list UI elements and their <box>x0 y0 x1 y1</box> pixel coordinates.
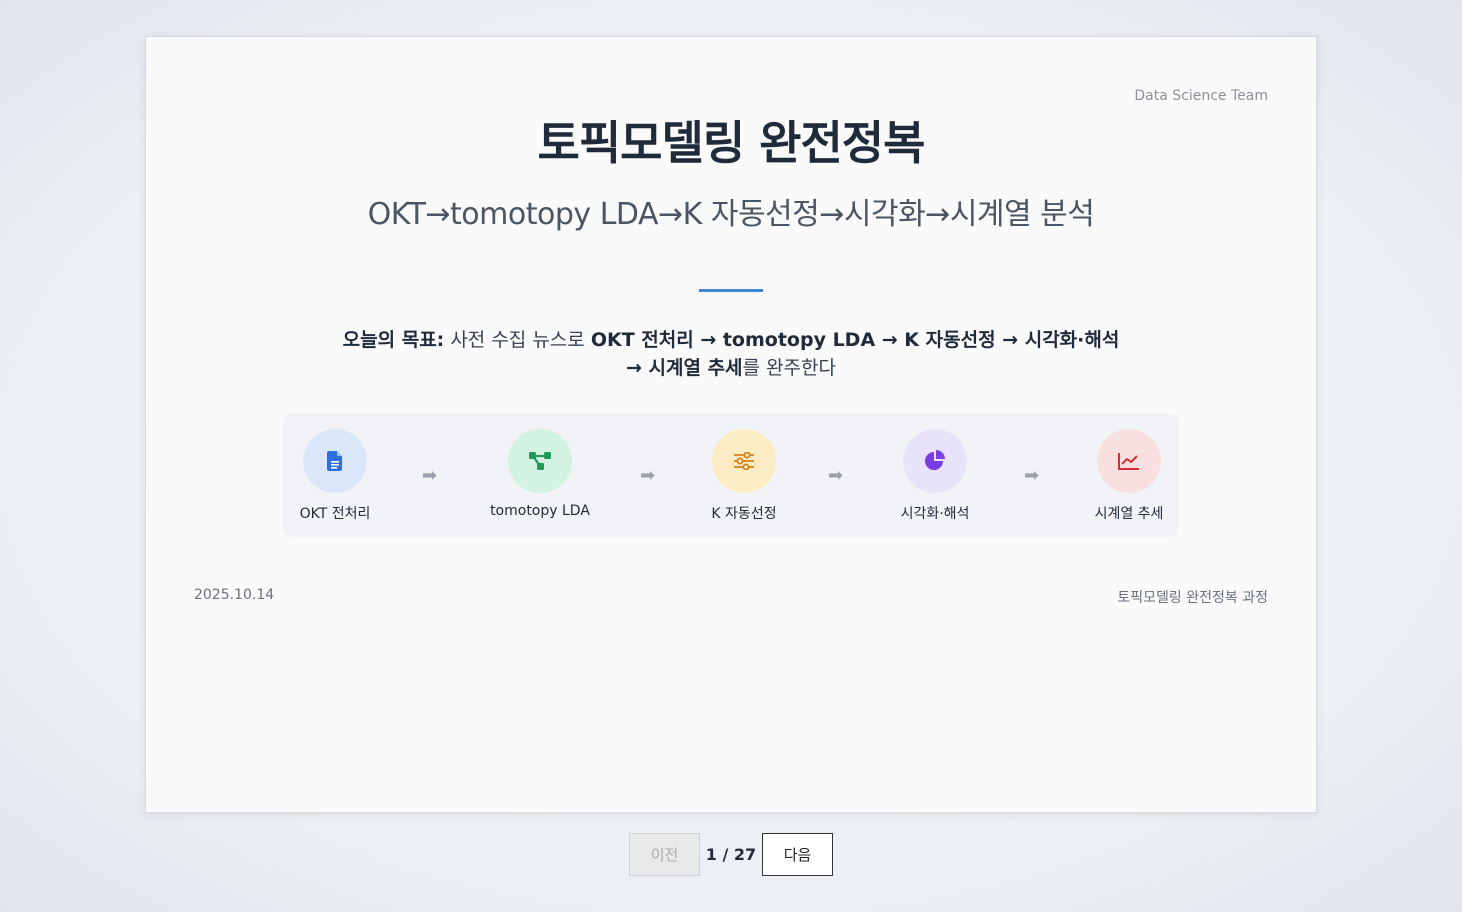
accent-divider <box>699 289 763 292</box>
step-visualize-circle <box>903 429 967 493</box>
pipeline-flow: OKT 전처리 ➡ tomotopy LDA ➡ K 자동선정 ➡ 시각화·해석… <box>283 413 1179 537</box>
arrow-icon: ➡ <box>640 465 656 486</box>
slide-title: 토픽모델링 완전정복 <box>537 116 926 170</box>
goal-text: 오늘의 목표: 사전 수집 뉴스로 OKT 전처리 → tomotopy LDA… <box>336 326 1126 382</box>
goal-steps: OKT 전처리 → tomotopy LDA → K 자동선정 → 시각화·해석… <box>590 329 1120 379</box>
step-timeseries-circle <box>1097 429 1161 493</box>
step-visualize: 시각화·해석 <box>870 429 1000 523</box>
page-indicator: 1 / 27 <box>705 845 757 864</box>
step-label: 시각화·해석 <box>900 506 970 522</box>
step-label: 시계열 추세 <box>1094 506 1164 522</box>
step-okt: OKT 전처리 <box>270 429 400 523</box>
arrow-icon: ➡ <box>1024 465 1040 486</box>
step-lda-circle <box>508 429 572 493</box>
document-icon <box>327 451 342 471</box>
goal-text-2: 를 완주한다 <box>742 357 836 379</box>
footer-date: 2025.10.14 <box>194 587 275 603</box>
pie-chart-icon <box>925 450 945 470</box>
slide: Data Science Team 토픽모델링 완전정복 OKT→tomotop… <box>145 36 1317 813</box>
network-icon <box>529 452 551 470</box>
goal-text-1: 사전 수집 뉴스로 <box>444 329 591 351</box>
step-k-circle <box>712 429 776 493</box>
arrow-icon: ➡ <box>828 465 844 486</box>
next-button[interactable]: 다음 <box>762 833 833 876</box>
step-label: OKT 전처리 <box>299 506 371 522</box>
slide-navigation: 이전 1 / 27 다음 <box>629 833 833 876</box>
step-okt-circle <box>303 429 367 493</box>
viewport: Data Science Team 토픽모델링 완전정복 OKT→tomotop… <box>0 0 1462 912</box>
line-chart-icon <box>1118 453 1139 470</box>
step-timeseries: 시계열 추세 <box>1064 429 1194 523</box>
step-label: K 자동선정 <box>711 506 777 522</box>
step-k-select: K 자동선정 <box>679 429 809 523</box>
footer-course: 토픽모델링 완전정복 과정 <box>1117 590 1268 606</box>
sliders-icon <box>734 452 754 470</box>
goal-label: 오늘의 목표: <box>342 329 445 351</box>
step-lda: tomotopy LDA <box>475 429 605 519</box>
arrow-icon: ➡ <box>422 465 438 486</box>
prev-button[interactable]: 이전 <box>629 833 700 876</box>
step-label: tomotopy LDA <box>490 503 590 519</box>
slide-subtitle: OKT→tomotopy LDA→K 자동선정→시각화→시계열 분석 <box>367 197 1095 232</box>
team-label: Data Science Team <box>1134 88 1268 104</box>
